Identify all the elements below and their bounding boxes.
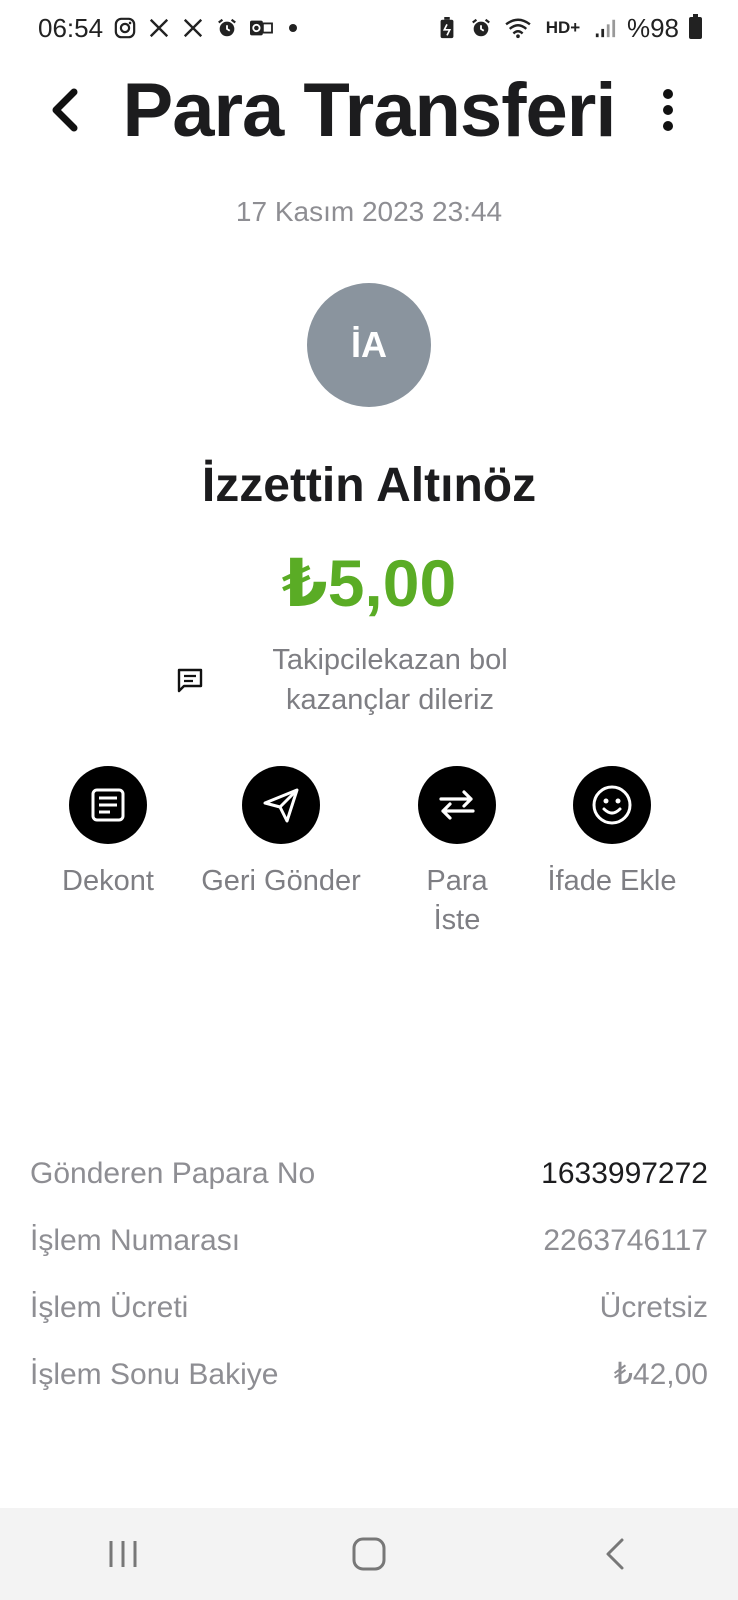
signal-icon bbox=[593, 16, 617, 40]
request-money-label-line-2: İste bbox=[433, 904, 481, 936]
alarm-icon bbox=[469, 16, 493, 40]
avatar-initials: İA bbox=[351, 324, 387, 365]
message-line-2: kazançlar dileriz bbox=[286, 684, 494, 716]
request-money-button[interactable]: Para İste bbox=[367, 766, 547, 940]
swap-icon-circle bbox=[418, 766, 496, 844]
x-icon bbox=[181, 16, 205, 40]
message-icon bbox=[177, 668, 203, 693]
send-again-label: Geri Gönder bbox=[201, 865, 361, 897]
detail-label: İşlem Sonu Bakiye bbox=[30, 1357, 279, 1391]
receipt-icon-circle bbox=[69, 766, 147, 844]
detail-value: ₺42,00 bbox=[613, 1358, 708, 1391]
home-button[interactable] bbox=[329, 1524, 409, 1584]
avatar: İA bbox=[307, 283, 431, 407]
wifi-icon bbox=[503, 16, 533, 40]
status-bar: 06:54 HD+ %98 bbox=[0, 0, 738, 56]
more-vertical-icon bbox=[663, 89, 673, 131]
x-icon bbox=[147, 16, 171, 40]
hd-volte-icon: HD+ bbox=[545, 18, 581, 37]
status-time: 06:54 bbox=[38, 12, 104, 43]
detail-value: 1633997272 bbox=[541, 1156, 708, 1190]
transfer-message: Takipcilekazan bol kazançlar dileriz bbox=[250, 640, 530, 720]
receipt-label: Dekont bbox=[62, 865, 154, 897]
detail-row-balance: İşlem Sonu Bakiye ₺42,00 bbox=[30, 1341, 708, 1408]
detail-row-transaction-no: İşlem Numarası 2263746117 bbox=[30, 1207, 708, 1274]
battery-icon bbox=[689, 14, 702, 39]
system-nav-bar bbox=[0, 1508, 738, 1600]
home-icon bbox=[352, 1537, 386, 1571]
smiley-icon bbox=[592, 785, 632, 825]
back-button[interactable] bbox=[34, 80, 94, 140]
send-icon-circle bbox=[242, 766, 320, 844]
outlook-icon bbox=[249, 16, 273, 40]
detail-row-sender-no: Gönderen Papara No 1633997272 bbox=[30, 1140, 708, 1207]
alarm-icon bbox=[215, 16, 239, 40]
action-row: Dekont Geri Gönder Para İste İfade Ekle bbox=[0, 766, 738, 946]
detail-label: İşlem Ücreti bbox=[30, 1290, 189, 1324]
transfer-amount: ₺5,00 bbox=[281, 546, 457, 620]
chevron-left-icon bbox=[52, 88, 78, 132]
add-reaction-label: İfade Ekle bbox=[547, 865, 677, 897]
detail-row-fee: İşlem Ücreti Ücretsiz bbox=[30, 1274, 708, 1341]
nav-back-button[interactable] bbox=[575, 1524, 655, 1584]
app-screen: 06:54 HD+ %98 Para Transferi 17 Kasım 20… bbox=[0, 0, 738, 1600]
header: Para Transferi bbox=[0, 60, 738, 160]
transfer-date: 17 Kasım 2023 23:44 bbox=[235, 196, 503, 227]
add-reaction-button[interactable]: İfade Ekle bbox=[522, 766, 702, 901]
send-again-button[interactable]: Geri Gönder bbox=[191, 766, 371, 901]
receipt-icon bbox=[91, 788, 125, 822]
send-icon bbox=[263, 788, 299, 823]
recipient-name: İzzettin Altınöz bbox=[201, 459, 537, 512]
battery-percent: %98 bbox=[626, 12, 679, 43]
detail-value: Ücretsiz bbox=[599, 1290, 708, 1324]
smiley-icon-circle bbox=[573, 766, 651, 844]
instagram-icon bbox=[113, 16, 137, 40]
more-options-button[interactable] bbox=[648, 80, 688, 140]
detail-label: İşlem Numarası bbox=[30, 1223, 241, 1257]
recent-apps-icon bbox=[109, 1541, 137, 1567]
page-title: Para Transferi bbox=[122, 67, 617, 153]
status-left: 06:54 bbox=[38, 12, 298, 44]
swap-arrows-icon bbox=[439, 790, 475, 820]
recent-apps-button[interactable] bbox=[83, 1524, 163, 1584]
detail-label: Gönderen Papara No bbox=[30, 1156, 316, 1190]
message-line-1: Takipcilekazan bol bbox=[272, 644, 508, 676]
receipt-button[interactable]: Dekont bbox=[18, 766, 198, 901]
request-money-label: Para İste bbox=[426, 862, 487, 940]
battery-saver-icon bbox=[435, 16, 459, 40]
detail-value: 2263746117 bbox=[543, 1223, 708, 1257]
back-icon bbox=[606, 1538, 624, 1570]
transaction-details: Gönderen Papara No 1633997272 İşlem Numa… bbox=[30, 1140, 708, 1408]
status-right: HD+ %98 bbox=[435, 13, 702, 44]
request-money-label-line-1: Para bbox=[426, 865, 488, 897]
dot-icon bbox=[289, 24, 298, 32]
